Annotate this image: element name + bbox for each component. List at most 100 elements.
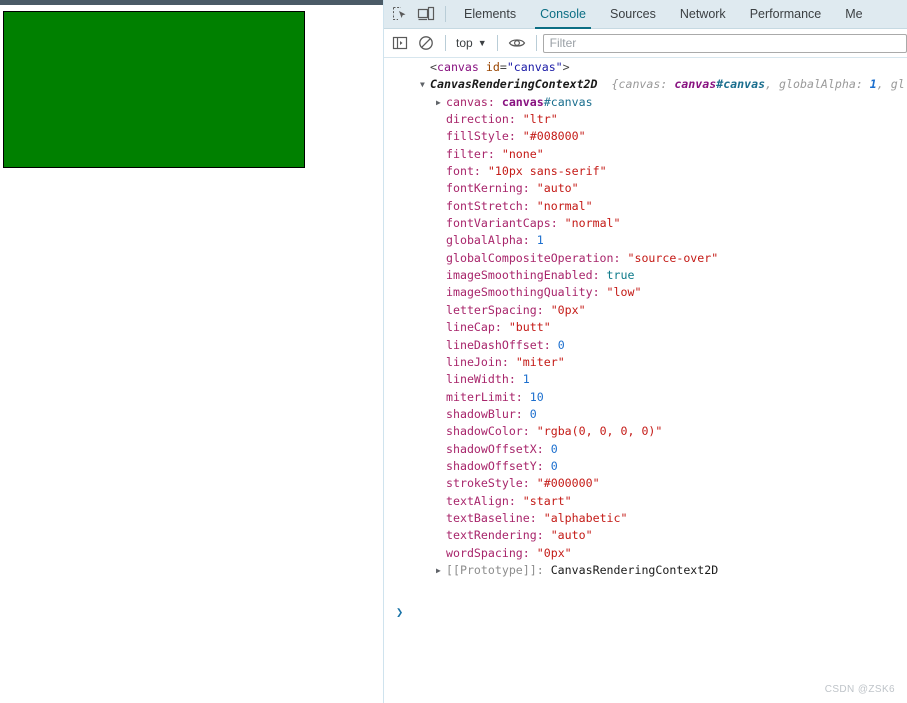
property-key: fontKerning: <box>446 181 537 196</box>
property-key: shadowBlur: <box>446 406 530 421</box>
property-key: fontStretch: <box>446 198 537 213</box>
live-expression-eye-icon[interactable] <box>504 30 530 56</box>
property-value: "source-over" <box>627 250 719 265</box>
property-value: "#000000" <box>536 476 600 491</box>
property-key: fontVariantCaps: <box>446 216 565 231</box>
property-key: canvas: <box>446 94 502 109</box>
console-property-list: direction: "ltr" fillStyle: "#008000" filt… <box>384 111 907 562</box>
property-key: lineJoin: <box>446 354 516 369</box>
console-property-row: miterLimit: 10 <box>384 389 907 406</box>
console-toolbar-divider-1 <box>445 35 446 51</box>
devtools-tabs: Elements Console Sources Network Perform… <box>452 0 875 29</box>
execution-context-dropdown[interactable]: top ▼ <box>452 33 491 53</box>
console-property-row: font: "10px sans-serif" <box>384 163 907 180</box>
console-property-row: imageSmoothingQuality: "low" <box>384 284 907 301</box>
property-key: textAlign: <box>446 493 523 508</box>
console-property-row: fontStretch: "normal" <box>384 198 907 215</box>
device-toolbar-icon[interactable] <box>413 1 439 27</box>
tab-label: Performance <box>749 7 822 21</box>
property-key: fillStyle: <box>446 129 523 144</box>
tab-network[interactable]: Network <box>668 0 738 29</box>
property-value: 0 <box>557 337 565 352</box>
console-property-row: wordSpacing: "0px" <box>384 545 907 562</box>
tab-label: Console <box>540 7 586 21</box>
property-key: letterSpacing: <box>446 302 551 317</box>
tab-console[interactable]: Console <box>528 0 598 29</box>
tab-memory[interactable]: Me <box>833 0 874 29</box>
property-value: 0 <box>550 458 558 473</box>
property-key: textRendering: <box>446 528 551 543</box>
tab-performance[interactable]: Performance <box>738 0 834 29</box>
console-property-row: fontKerning: "auto" <box>384 180 907 197</box>
toolbar-divider <box>445 6 446 22</box>
property-value: "normal" <box>536 198 593 213</box>
filter-input[interactable] <box>542 33 907 53</box>
console-property-row: fillStyle: "#008000" <box>384 128 907 145</box>
console-toolbar-divider-3 <box>535 35 537 51</box>
console-property-row: shadowBlur: 0 <box>384 406 907 423</box>
console-property-row: fontVariantCaps: "normal" <box>384 215 907 232</box>
property-key: direction: <box>446 112 523 127</box>
attr-value: "canvas" <box>506 60 563 74</box>
disclosure-triangle-right-icon[interactable]: ▶ <box>436 562 446 579</box>
console-prompt[interactable]: ❯ <box>384 604 907 622</box>
property-value: "0px" <box>550 302 586 317</box>
prototype-key: [[Prototype]]: <box>446 562 551 577</box>
property-value: "butt" <box>508 320 551 335</box>
tab-label: Sources <box>609 7 656 21</box>
watermark: CSDN @ZSK6 <box>824 684 895 695</box>
property-value: "miter" <box>515 354 565 369</box>
property-value: 1 <box>522 372 530 387</box>
console-property-prototype[interactable]: ▶ [[Prototype]]: CanvasRenderingContext2D <box>384 562 907 579</box>
property-value: "auto" <box>550 528 593 543</box>
preview-node-name: canvas <box>674 77 717 92</box>
property-key: globalCompositeOperation: <box>446 250 628 265</box>
preview-middle: , globalAlpha: <box>765 77 870 92</box>
angle-open: < <box>430 60 437 74</box>
property-key: shadowOffsetX: <box>446 441 551 456</box>
node-id: #canvas <box>543 94 593 109</box>
property-key: imageSmoothingQuality: <box>446 285 607 300</box>
console-sidebar-icon[interactable] <box>387 30 413 56</box>
disclosure-triangle-right-icon[interactable]: ▶ <box>436 94 446 111</box>
property-key: lineWidth: <box>446 372 523 387</box>
property-value: true <box>606 268 635 283</box>
preview-node-id: #canvas <box>716 77 766 92</box>
console-property-canvas[interactable]: ▶ canvas: canvas#canvas <box>384 94 907 111</box>
page-viewport <box>0 5 383 703</box>
console-html-line[interactable]: <canvas id="canvas"> <box>384 59 907 76</box>
property-value: "0px" <box>536 545 572 560</box>
preview-open: {canvas: <box>611 77 675 92</box>
property-value: "ltr" <box>522 112 558 127</box>
tab-sources[interactable]: Sources <box>598 0 668 29</box>
property-key: imageSmoothingEnabled: <box>446 268 607 283</box>
console-output: <canvas id="canvas"> ▼ CanvasRenderingCon… <box>384 59 907 703</box>
chevron-down-icon: ▼ <box>477 38 487 48</box>
object-constructor-name: CanvasRenderingContext2D <box>430 77 598 92</box>
devtools-panel: Elements Console Sources Network Perform… <box>383 0 907 703</box>
equals: = <box>499 60 507 74</box>
disclosure-triangle-down-icon[interactable]: ▼ <box>420 76 430 93</box>
console-property-row: shadowOffsetX: 0 <box>384 441 907 458</box>
property-key: strokeStyle: <box>446 476 537 491</box>
property-value: 0 <box>550 441 558 456</box>
property-value: "low" <box>606 285 642 300</box>
console-property-row: lineDashOffset: 0 <box>384 337 907 354</box>
tab-label: Elements <box>464 7 517 21</box>
clear-console-icon[interactable] <box>413 30 439 56</box>
prototype-value: CanvasRenderingContext2D <box>550 562 719 577</box>
tab-elements[interactable]: Elements <box>452 0 528 29</box>
property-key: wordSpacing: <box>446 545 537 560</box>
devtools-tabbar: Elements Console Sources Network Perform… <box>384 0 907 29</box>
property-value: 10 <box>529 389 544 404</box>
property-value: "rgba(0, 0, 0, 0)" <box>536 424 663 439</box>
inspect-element-icon[interactable] <box>387 1 413 27</box>
property-value: "auto" <box>536 181 579 196</box>
property-value: 1 <box>536 233 544 248</box>
tab-label: Network <box>679 7 726 21</box>
execution-context-value: top <box>456 36 473 50</box>
console-property-row: lineCap: "butt" <box>384 319 907 336</box>
console-property-row: shadowOffsetY: 0 <box>384 458 907 475</box>
console-object-header[interactable]: ▼ CanvasRenderingContext2D {canvas: canva… <box>384 76 907 93</box>
